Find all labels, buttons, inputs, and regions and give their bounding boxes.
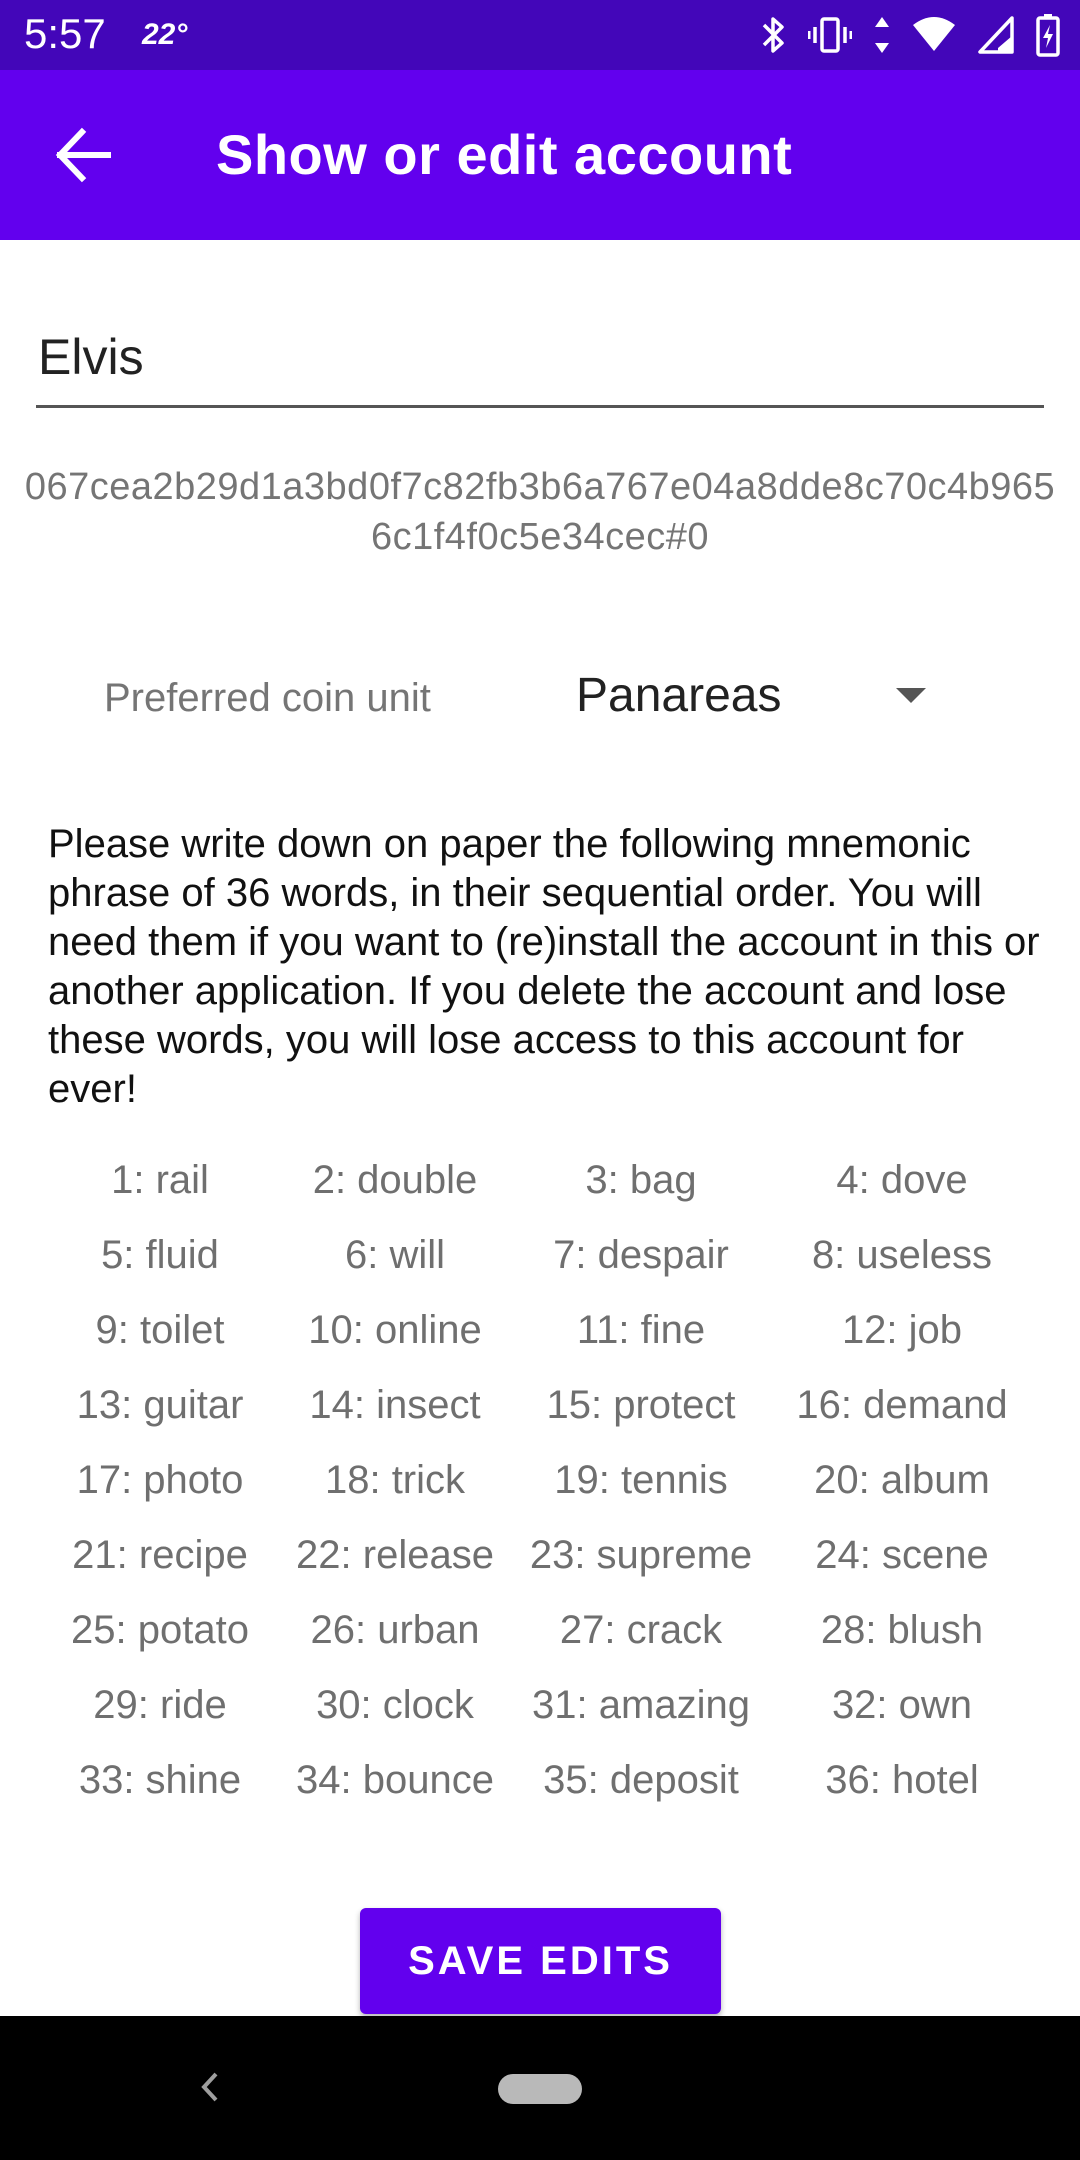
mnemonic-word: 19: tennis (554, 1458, 728, 1502)
mnemonic-word: 11: fine (576, 1308, 706, 1352)
mnemonic-word: 1: rail (111, 1158, 209, 1202)
mnemonic-word: 35: deposit (543, 1758, 739, 1802)
signal-icon (978, 16, 1014, 54)
mnemonic-word: 25: potato (71, 1608, 249, 1652)
mnemonic-word: 12: job (841, 1308, 963, 1352)
mnemonic-word: 22: release (296, 1533, 494, 1577)
status-icons (760, 12, 1060, 58)
app-bar: Show or edit account (0, 70, 1080, 240)
save-edits-button[interactable]: SAVE EDITS (360, 1908, 721, 2014)
mnemonic-word: 9: toilet (95, 1308, 225, 1352)
nav-home-button[interactable] (498, 2074, 582, 2104)
mnemonic-word: 16: demand (796, 1383, 1008, 1427)
mnemonic-word: 32: own (831, 1683, 973, 1727)
mnemonic-word: 4: dove (836, 1158, 968, 1202)
dropdown-arrow-icon (896, 688, 926, 703)
mnemonic-word: 18: trick (324, 1458, 466, 1502)
account-key: 067cea2b29d1a3bd0f7c82fb3b6a767e04a8dde8… (24, 466, 1056, 558)
mnemonic-word: 26: urban (310, 1608, 480, 1652)
mnemonic-word: 7: despair (553, 1233, 729, 1277)
mnemonic-word: 33: shine (78, 1758, 242, 1802)
bluetooth-icon (760, 15, 786, 55)
mnemonic-word: 34: bounce (296, 1758, 494, 1802)
status-bar: 5:57 22° (0, 0, 1080, 70)
mnemonic-word: 13: guitar (76, 1383, 244, 1427)
mnemonic-word: 2: double (312, 1158, 478, 1202)
mnemonic-word: 30: clock (316, 1683, 474, 1727)
coin-unit-dropdown[interactable]: Panareas (560, 660, 940, 736)
mnemonic-word: 36: hotel (825, 1758, 979, 1802)
mnemonic-instructions: Please write down on paper the following… (48, 822, 1040, 1111)
vibrate-icon (808, 15, 852, 55)
mnemonic-word: 31: amazing (532, 1683, 750, 1727)
mnemonic-word: 3: bag (585, 1158, 697, 1202)
mnemonic-word: 28: blush (820, 1608, 984, 1652)
wifi-icon (912, 17, 956, 53)
mnemonic-word: 23: supreme (529, 1533, 753, 1577)
mnemonic-word: 21: recipe (72, 1533, 248, 1577)
mnemonic-word: 6: will (344, 1233, 446, 1277)
mnemonic-word: 29: ride (93, 1683, 227, 1727)
coin-unit-value: Panareas (576, 669, 782, 722)
coin-unit-label: Preferred coin unit (104, 676, 431, 720)
mnemonic-word: 15: protect (546, 1383, 736, 1427)
mnemonic-word: 8: useless (811, 1233, 993, 1277)
navigation-bar (0, 2016, 1080, 2160)
mnemonic-word: 17: photo (76, 1458, 244, 1502)
nav-back-icon (201, 2072, 218, 2102)
battery-charging-icon (1036, 13, 1060, 57)
nav-back-button[interactable] (190, 2062, 230, 2112)
mnemonic-word: 20: album (814, 1458, 990, 1502)
mnemonic-word: 5: fluid (101, 1233, 219, 1277)
account-name-field[interactable] (36, 310, 1044, 408)
status-temperature: 22° (142, 18, 188, 51)
mnemonic-word: 10: online (308, 1308, 482, 1352)
back-button[interactable] (50, 120, 120, 190)
arrow-back-icon (55, 127, 111, 183)
mnemonic-word: 27: crack (559, 1608, 723, 1652)
status-time: 5:57 (24, 10, 106, 57)
page-title: Show or edit account (216, 123, 793, 186)
mnemonic-word: 14: insect (309, 1383, 481, 1427)
mnemonic-grid: 1: rail 2: double 3: bag 4: dove 5: fluid 6: … (40, 1152, 1040, 1827)
data-arrows-icon (874, 15, 890, 55)
mnemonic-word: 24: scene (815, 1533, 989, 1577)
